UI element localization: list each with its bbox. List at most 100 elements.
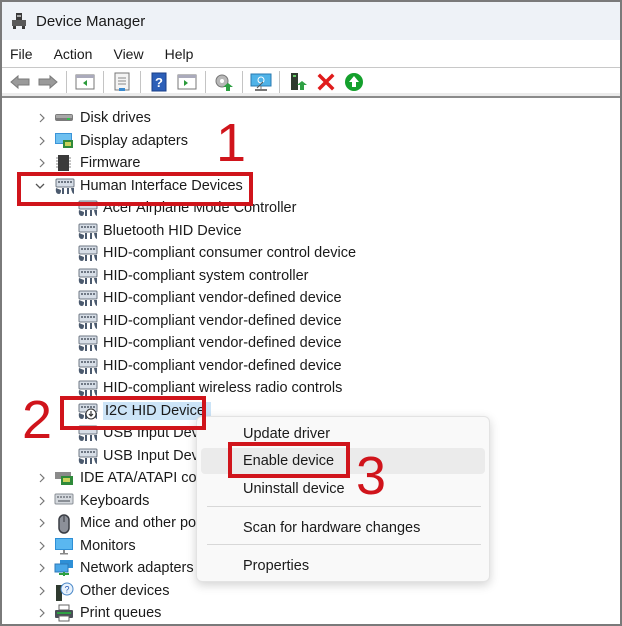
update-driver-button[interactable] bbox=[213, 71, 235, 93]
chevron-right-icon[interactable] bbox=[36, 607, 48, 619]
context-menu-scan-hardware[interactable]: Scan for hardware changes bbox=[201, 515, 485, 541]
show-action-pane-button[interactable] bbox=[176, 71, 198, 93]
chevron-right-icon[interactable] bbox=[36, 495, 48, 507]
chevron-right-icon[interactable] bbox=[36, 562, 48, 574]
uninstall-icon bbox=[317, 73, 335, 91]
chevron-right-icon[interactable] bbox=[36, 112, 48, 124]
context-menu: Update driver Enable device Uninstall de… bbox=[196, 416, 490, 582]
tree-category-disk-drives[interactable]: Disk drives bbox=[39, 107, 151, 129]
add-driver-button[interactable] bbox=[287, 71, 309, 93]
ide-controller-icon bbox=[54, 469, 74, 487]
tree-item-device[interactable]: HID-compliant vendor-defined device bbox=[77, 355, 342, 377]
hid-device-icon bbox=[77, 379, 98, 397]
tree-item-device[interactable]: HID-compliant system controller bbox=[77, 265, 308, 287]
hid-device-icon bbox=[77, 222, 98, 240]
tree-item-label: HID-compliant vendor-defined device bbox=[103, 290, 342, 306]
tree-category-network-adapters[interactable]: Network adapters bbox=[39, 557, 194, 579]
firmware-icon bbox=[54, 154, 74, 172]
menu-action[interactable]: Action bbox=[54, 46, 93, 62]
svg-text:?: ? bbox=[64, 584, 69, 594]
properties-icon bbox=[114, 72, 130, 91]
show-action-pane-icon bbox=[177, 74, 197, 90]
help-button[interactable]: ? bbox=[148, 71, 170, 93]
mouse-icon bbox=[54, 514, 74, 534]
menu-view[interactable]: View bbox=[113, 46, 143, 62]
chevron-right-icon[interactable] bbox=[36, 157, 48, 169]
context-menu-separator bbox=[207, 544, 481, 545]
tree-item-label: HID-compliant vendor-defined device bbox=[103, 357, 342, 374]
disk-drive-icon bbox=[54, 109, 74, 127]
toolbar-separator bbox=[279, 71, 280, 93]
annotation-number-1: 1 bbox=[216, 113, 247, 173]
hid-device-icon bbox=[77, 312, 98, 330]
tree-item-label: HID-compliant system controller bbox=[103, 267, 309, 284]
window-title: Device Manager bbox=[36, 12, 146, 30]
monitor-icon bbox=[54, 537, 74, 555]
forward-icon bbox=[38, 74, 58, 90]
printer-icon bbox=[54, 604, 74, 622]
toolbar-separator bbox=[205, 71, 206, 93]
hid-device-icon bbox=[77, 289, 98, 307]
tree-item-label: Other devices bbox=[80, 582, 170, 599]
tree-category-display-adapters[interactable]: Display adapters bbox=[39, 130, 188, 152]
hid-device-icon bbox=[77, 244, 98, 262]
svg-text:?: ? bbox=[155, 75, 163, 90]
menu-help[interactable]: Help bbox=[165, 46, 194, 62]
context-menu-properties[interactable]: Properties bbox=[201, 553, 485, 579]
chevron-right-icon[interactable] bbox=[36, 517, 48, 529]
tree-item-label: HID-compliant consumer control device bbox=[103, 245, 357, 261]
tree-item-label: HID-compliant vendor-defined device bbox=[103, 312, 342, 329]
back-button[interactable] bbox=[9, 71, 31, 93]
menu-file[interactable]: File bbox=[10, 46, 33, 62]
scan-hardware-icon bbox=[250, 73, 272, 91]
chevron-right-icon[interactable] bbox=[36, 540, 48, 552]
tree-item-label: HID-compliant wireless radio controls bbox=[103, 380, 343, 396]
title-bar: Device Manager bbox=[2, 2, 620, 40]
tree-item-label: Display adapters bbox=[80, 132, 188, 149]
uninstall-button[interactable] bbox=[315, 71, 337, 93]
toolbar-separator bbox=[66, 71, 67, 93]
tree-item-device[interactable]: HID-compliant vendor-defined device bbox=[77, 287, 342, 309]
show-hide-console-tree-icon bbox=[75, 74, 95, 90]
tree-category-other-devices[interactable]: ? Other devices bbox=[39, 580, 170, 602]
tree-category-monitors[interactable]: Monitors bbox=[39, 535, 136, 557]
annotation-number-3: 3 bbox=[356, 446, 387, 506]
help-icon: ? bbox=[151, 72, 167, 92]
chevron-right-icon[interactable] bbox=[36, 135, 48, 147]
properties-button[interactable] bbox=[111, 71, 133, 93]
chevron-right-icon[interactable] bbox=[36, 472, 48, 484]
tree-item-device[interactable]: Bluetooth HID Device bbox=[77, 220, 242, 242]
context-menu-uninstall-device[interactable]: Uninstall device bbox=[201, 476, 485, 502]
tree-item-device[interactable]: HID-compliant vendor-defined device bbox=[77, 310, 342, 332]
device-manager-window: Device Manager File Action View Help ? D… bbox=[0, 0, 622, 626]
forward-button[interactable] bbox=[37, 71, 59, 93]
show-hide-console-tree-button[interactable] bbox=[74, 71, 96, 93]
toolbar: ? bbox=[2, 68, 620, 98]
tree-item-label: Firmware bbox=[80, 155, 141, 171]
other-devices-icon: ? bbox=[54, 582, 74, 601]
tree-item-device[interactable]: HID-compliant vendor-defined device bbox=[77, 332, 342, 354]
tree-category-keyboards[interactable]: Keyboards bbox=[39, 490, 149, 512]
context-menu-separator bbox=[207, 506, 481, 507]
toolbar-separator bbox=[140, 71, 141, 93]
tree-category-firmware[interactable]: Firmware bbox=[39, 152, 141, 174]
tree-item-label: Print queues bbox=[80, 605, 162, 621]
tree-item-label: Monitors bbox=[80, 537, 136, 554]
annotation-box-step-2 bbox=[60, 396, 206, 430]
keyboard-icon bbox=[54, 492, 74, 510]
tree-item-label: Disk drives bbox=[80, 110, 151, 126]
back-icon bbox=[10, 74, 30, 90]
tree-item-device[interactable]: HID-compliant consumer control device bbox=[77, 242, 356, 264]
chevron-right-icon[interactable] bbox=[36, 585, 48, 597]
annotation-number-2: 2 bbox=[22, 390, 53, 450]
tree-category-print-queues[interactable]: Print queues bbox=[39, 602, 162, 624]
update-driver-icon bbox=[215, 74, 233, 91]
enable-device-button[interactable] bbox=[343, 71, 365, 93]
scan-hardware-button[interactable] bbox=[250, 71, 272, 93]
menu-bar: File Action View Help bbox=[2, 40, 620, 68]
hid-device-icon bbox=[77, 447, 98, 465]
network-adapter-icon bbox=[54, 559, 74, 577]
hid-device-icon bbox=[77, 357, 98, 375]
toolbar-separator bbox=[103, 71, 104, 93]
device-manager-app-icon bbox=[10, 12, 28, 30]
